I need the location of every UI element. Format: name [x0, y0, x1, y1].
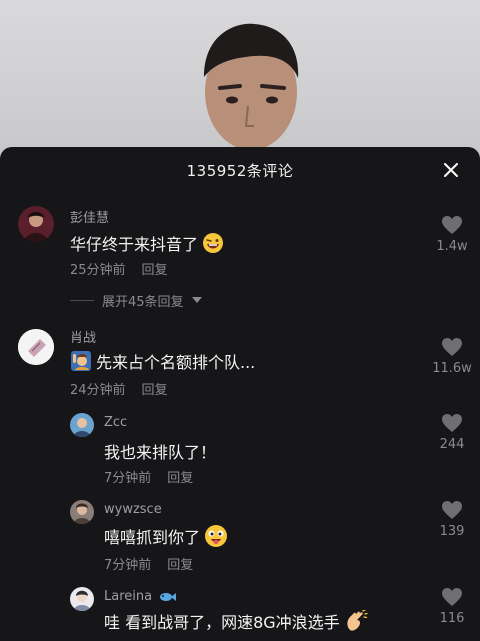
avatar[interactable]	[70, 587, 94, 611]
like-count: 116	[439, 611, 465, 626]
heart-icon	[442, 501, 462, 519]
heart-icon	[442, 588, 462, 606]
reply-text: 嘻嘻抓到你了	[104, 524, 228, 548]
like-count: 11.6w	[432, 361, 472, 376]
reply-meta: 7分钟前 回复	[104, 554, 193, 573]
comment-time: 24分钟前	[70, 383, 126, 398]
reply-button[interactable]: 回复	[167, 554, 193, 573]
comment-meta: 24分钟前 回复	[70, 379, 168, 398]
like-count: 139	[439, 524, 465, 539]
fish-icon	[160, 592, 177, 601]
sheet-header: 135952条评论	[0, 147, 480, 193]
person-video-frame	[204, 23, 299, 150]
person-raising-hand-emoji-icon	[71, 351, 91, 371]
grin-emoji-icon	[203, 233, 224, 253]
silly-face-emoji-icon	[205, 525, 228, 547]
comment-username[interactable]: 肖战	[70, 327, 96, 346]
reply-username[interactable]: Zcc	[104, 415, 127, 430]
divider-line	[70, 300, 94, 301]
like-button[interactable]: 11.6w	[427, 337, 477, 376]
like-button[interactable]: 244	[427, 413, 477, 452]
reply-text: 我也来排队了！	[104, 443, 217, 462]
reply-username[interactable]: wywzsce	[104, 502, 162, 517]
avatar[interactable]	[70, 500, 94, 524]
heart-icon	[442, 338, 462, 356]
comment-item: 彭佳慧 华仔终于来抖音了 25分钟前 回复 1.4w 展开45条回复	[0, 201, 480, 321]
like-count: 1.4w	[436, 239, 468, 254]
reply-button[interactable]: 回复	[142, 259, 168, 278]
clapping-hands-emoji-icon	[347, 610, 368, 631]
reply-item: wywzsce 嘻嘻抓到你了 7分钟前 回复 139	[0, 498, 480, 578]
reply-username[interactable]: Lareina	[104, 589, 152, 604]
reply-button[interactable]: 回复	[142, 379, 168, 398]
comment-count-title: 135952条评论	[186, 161, 294, 180]
caret-down-icon	[191, 297, 202, 303]
video-background[interactable]	[0, 0, 480, 160]
comment-text: 华仔终于来抖音了	[70, 231, 224, 255]
reply-item: Zcc 我也来排队了！ 7分钟前 回复 244	[0, 411, 480, 491]
close-button[interactable]	[440, 159, 462, 181]
like-button[interactable]: 139	[427, 500, 477, 539]
avatar[interactable]	[70, 413, 94, 437]
avatar-image	[18, 329, 54, 365]
close-icon	[444, 163, 458, 177]
reply-username-row: Lareina	[104, 589, 177, 604]
comment-item: 肖战 先来占个名额排个队... 24分钟前 回复 11.6w	[0, 327, 480, 407]
like-button[interactable]: 116	[427, 587, 477, 626]
heart-icon	[442, 414, 462, 432]
avatar[interactable]	[18, 329, 54, 365]
reply-time: 7分钟前	[104, 471, 152, 486]
like-button[interactable]: 1.4w	[427, 215, 477, 254]
reply-text: 哇 看到战哥了，网速8G冲浪选手	[104, 609, 368, 633]
like-count: 244	[439, 437, 465, 452]
avatar-image	[18, 206, 54, 242]
avatar[interactable]	[18, 206, 54, 242]
comment-meta: 25分钟前 回复	[70, 259, 168, 278]
comment-time: 25分钟前	[70, 263, 126, 278]
reply-button[interactable]: 回复	[167, 467, 193, 486]
reply-time: 7分钟前	[104, 558, 152, 573]
comment-text: 先来占个名额排个队...	[70, 349, 255, 373]
avatar-image	[70, 500, 94, 524]
heart-icon	[442, 216, 462, 234]
reply-item: Lareina 哇 看到战哥了，网速8G冲浪选手 116	[0, 585, 480, 641]
reply-meta: 7分钟前 回复	[104, 467, 193, 486]
comment-username[interactable]: 彭佳慧	[70, 207, 109, 226]
comment-sheet: 135952条评论 彭佳慧 华仔终于来抖音了 25分钟前 回复 1.4w 展开4…	[0, 147, 480, 641]
avatar-image	[70, 413, 94, 437]
expand-replies-button[interactable]: 展开45条回复	[70, 291, 202, 310]
expand-replies-label: 展开45条回复	[102, 295, 184, 310]
avatar-image	[70, 587, 94, 611]
